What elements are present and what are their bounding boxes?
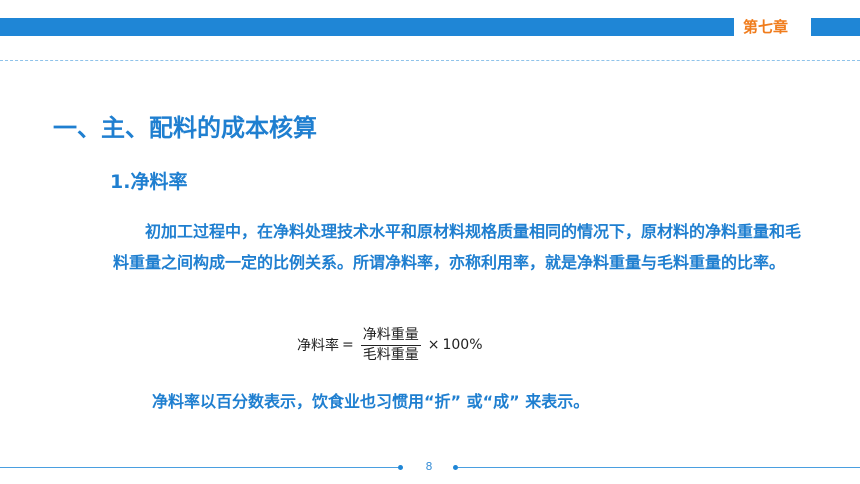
net-material-rate-formula: 净料率 = 净料重量 毛料重量 × 100% (297, 326, 483, 364)
footer-dot-left (398, 465, 403, 470)
formula-equals: = (342, 337, 354, 353)
page-number: 8 (425, 460, 433, 473)
header-bar-left (0, 18, 734, 36)
formula-numerator: 净料重量 (360, 327, 421, 346)
chapter-label: 第七章 (743, 18, 789, 36)
section-heading: 一、主、配料的成本核算 (53, 114, 317, 142)
formula-times: × (427, 337, 440, 353)
footer-line-right (458, 467, 860, 468)
header-bar-right (811, 18, 860, 36)
footer-line-left (0, 467, 398, 468)
note-text: 净料率以百分数表示，饮食业也习惯用“折” 或“成” 来表示。 (152, 392, 590, 411)
header-divider (0, 60, 860, 61)
formula-factor: 100% (442, 337, 483, 353)
subsection-heading: 1.净料率 (110, 171, 188, 193)
body-paragraph: 初加工过程中，在净料处理技术水平和原材料规格质量相同的情况下，原材料的净料重量和… (113, 222, 802, 272)
formula-lhs: 净料率 (297, 338, 339, 354)
formula-denominator: 毛料重量 (362, 346, 419, 363)
formula-fraction: 净料重量 毛料重量 (360, 327, 421, 364)
